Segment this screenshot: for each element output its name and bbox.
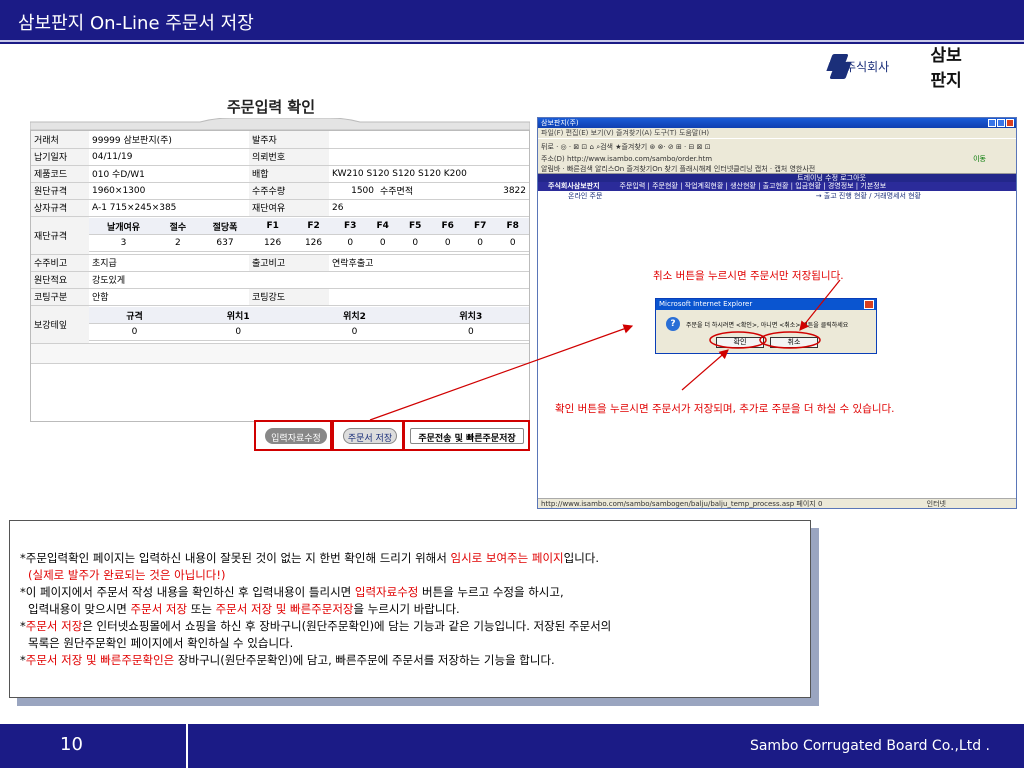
explain-line-1: *주문입력확인 페이지는 입력하신 내용이 잘못된 것이 없는 지 한번 확인해… [20, 551, 600, 565]
arrow-cancel [799, 279, 841, 331]
arrow-save-to-dialog [369, 324, 634, 421]
footer-divider [186, 724, 188, 768]
ok-circle [709, 331, 767, 349]
cancel-circle [759, 331, 821, 349]
explain-line-6: 목록은 원단주문확인 페이지에서 확인하실 수 있습니다. [28, 636, 294, 650]
explain-line-2: (실제로 발주가 완료되는 것은 아닙니다!) [28, 568, 226, 582]
footer-company: Sambo Corrugated Board Co.,Ltd . [749, 738, 990, 754]
footer-bar: 10 Sambo Corrugated Board Co.,Ltd . [0, 724, 1024, 768]
explanation-box: *주문입력확인 페이지는 입력하신 내용이 잘못된 것이 없는 지 한번 확인해… [9, 520, 811, 698]
page-number: 10 [60, 734, 83, 755]
explain-line-3: *이 페이지에서 주문서 작성 내용을 확인하신 후 입력내용이 틀리시면 입력… [20, 585, 564, 599]
explain-line-5: *주문서 저장은 인터넷쇼핑몰에서 쇼핑을 하신 후 장바구니(원단주문확인)에… [20, 619, 612, 633]
explain-line-4: 입력내용이 맞으시면 주문서 저장 또는 주문서 저장 및 빠른주문저장을 누르… [28, 602, 460, 616]
arrow-ok [681, 349, 729, 391]
explain-line-7: *주문서 저장 및 빠른주문확인은 장바구니(원단주문확인)에 담고, 빠른주문… [20, 653, 555, 667]
